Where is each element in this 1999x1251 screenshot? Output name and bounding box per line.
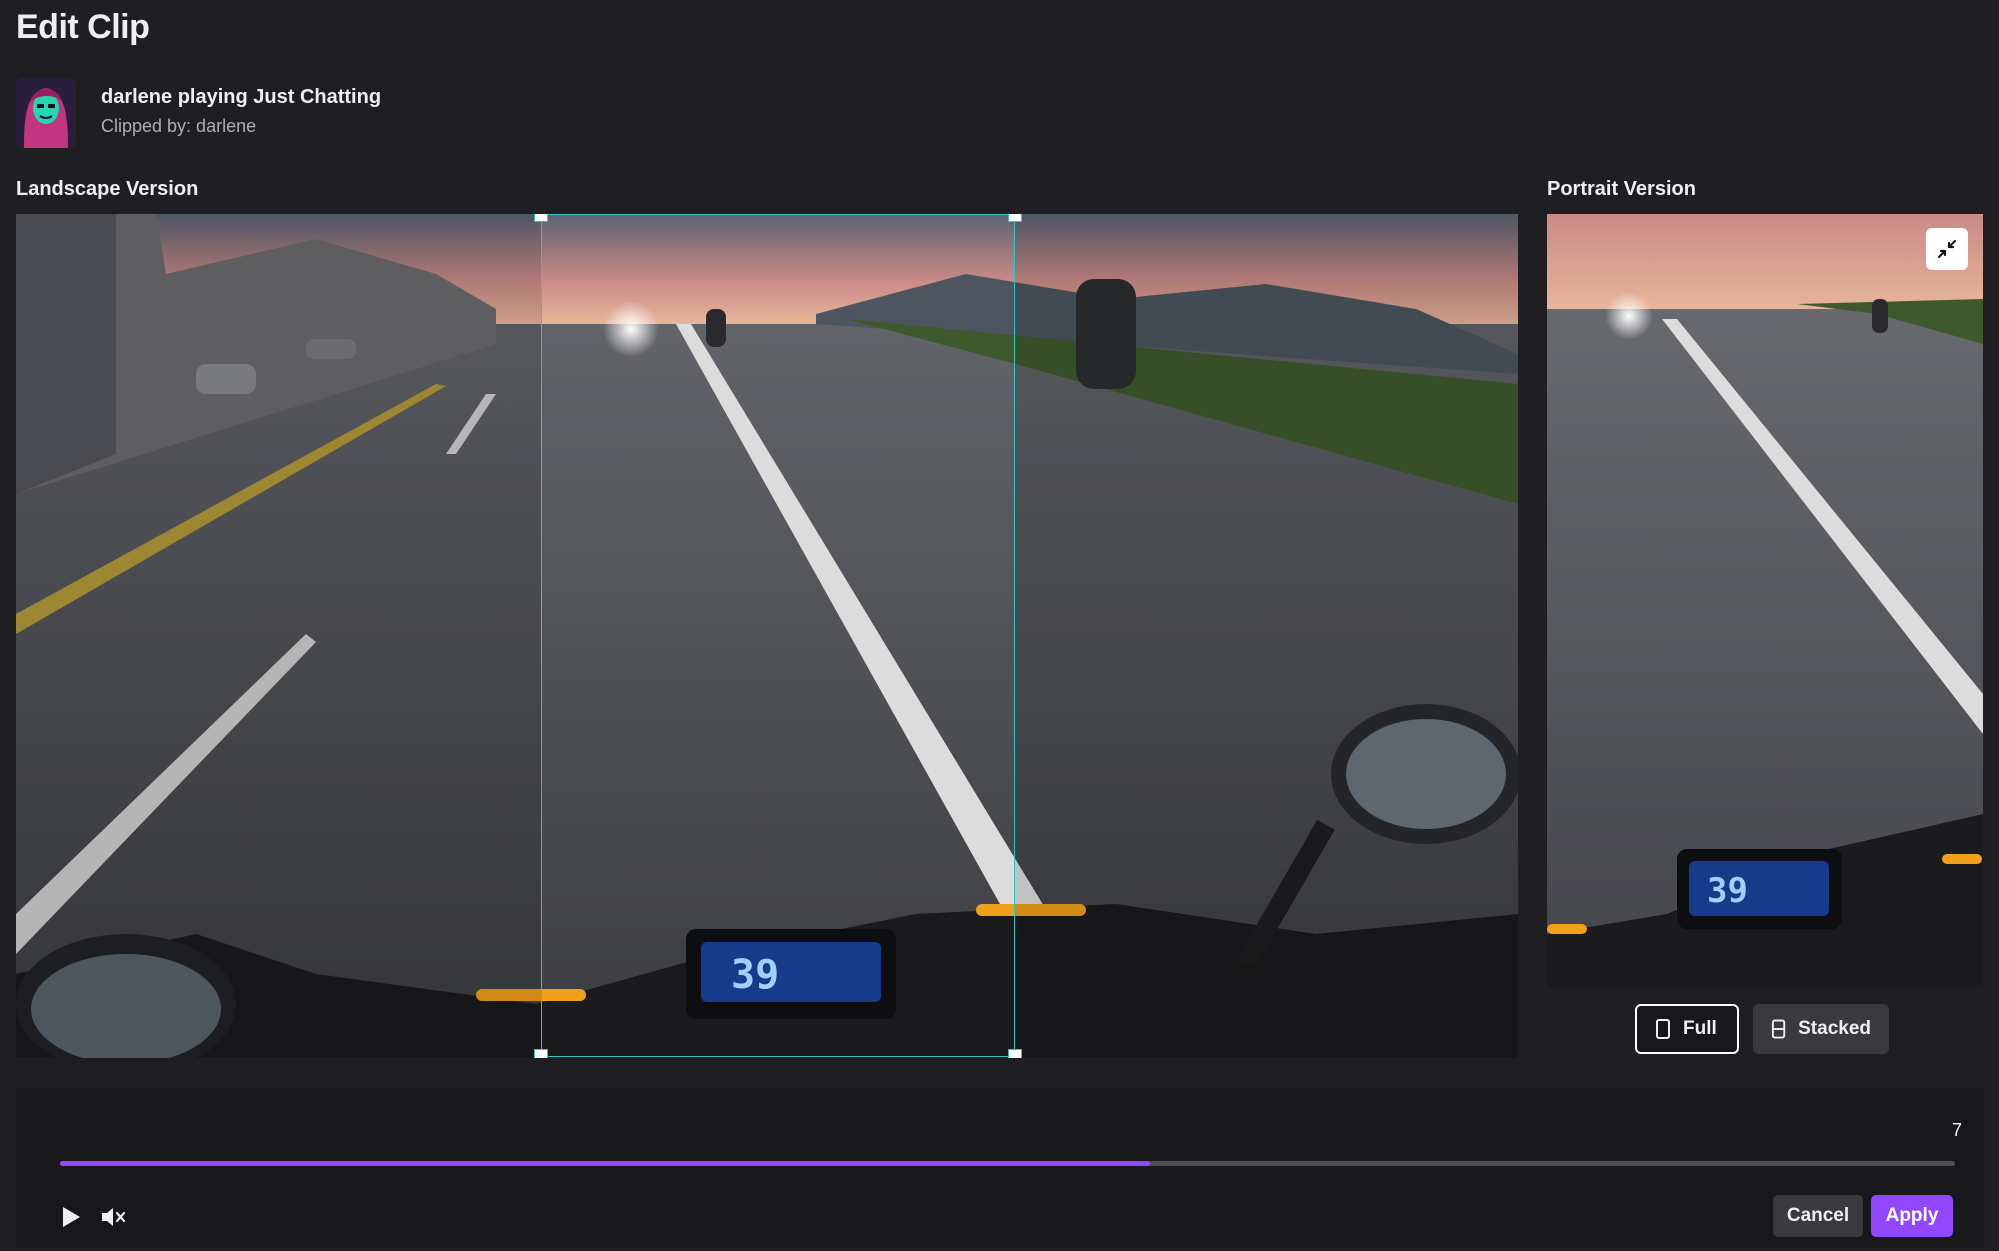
- clipped-by-text: Clipped by: darlene: [101, 116, 257, 136]
- portrait-version-label: Portrait Version: [1547, 178, 1696, 200]
- crop-handle-top-right[interactable]: [1008, 214, 1022, 222]
- crop-handle-bottom-right[interactable]: [1008, 1049, 1022, 1058]
- landscape-video-preview[interactable]: 39: [16, 214, 1518, 1058]
- layout-full-label: Full: [1683, 1018, 1717, 1039]
- collapse-preview-button[interactable]: [1926, 228, 1968, 270]
- portrait-video-preview[interactable]: 39: [1547, 214, 1983, 987]
- clip-title: darlene playing Just Chatting: [101, 86, 382, 108]
- mute-button[interactable]: [96, 1200, 130, 1234]
- layout-stacked-label: Stacked: [1798, 1018, 1871, 1039]
- timeline-progress: [60, 1161, 1150, 1166]
- portrait-video-frame: 39: [1547, 214, 1983, 987]
- page-title: Edit Clip: [16, 8, 150, 46]
- avatar: [16, 78, 76, 148]
- time-readout: 7: [1951, 1120, 1962, 1140]
- play-button[interactable]: [54, 1200, 88, 1234]
- portrait-rect-icon: [1656, 1019, 1670, 1039]
- apply-button[interactable]: Apply: [1871, 1195, 1953, 1237]
- crop-shade-left: [16, 214, 541, 1058]
- cancel-button[interactable]: Cancel: [1773, 1195, 1863, 1237]
- crop-handle-bottom-left[interactable]: [534, 1049, 548, 1058]
- play-icon: [63, 1207, 80, 1227]
- timeline-panel: 7 Cancel Apply: [16, 1088, 1984, 1248]
- crop-handle-top-left[interactable]: [534, 214, 548, 222]
- stacked-rect-icon: [1771, 1019, 1786, 1039]
- collapse-arrows-icon: [1937, 239, 1957, 259]
- timeline-track[interactable]: [60, 1161, 1955, 1166]
- crop-shade-right: [1015, 214, 1518, 1058]
- volume-muted-icon: [102, 1208, 126, 1226]
- layout-full-button[interactable]: Full: [1635, 1004, 1739, 1054]
- layout-stacked-button[interactable]: Stacked: [1753, 1004, 1889, 1054]
- landscape-version-label: Landscape Version: [16, 178, 199, 200]
- portrait-speedometer-display: 39: [1707, 871, 1748, 911]
- portrait-crop-region[interactable]: [534, 214, 1022, 1058]
